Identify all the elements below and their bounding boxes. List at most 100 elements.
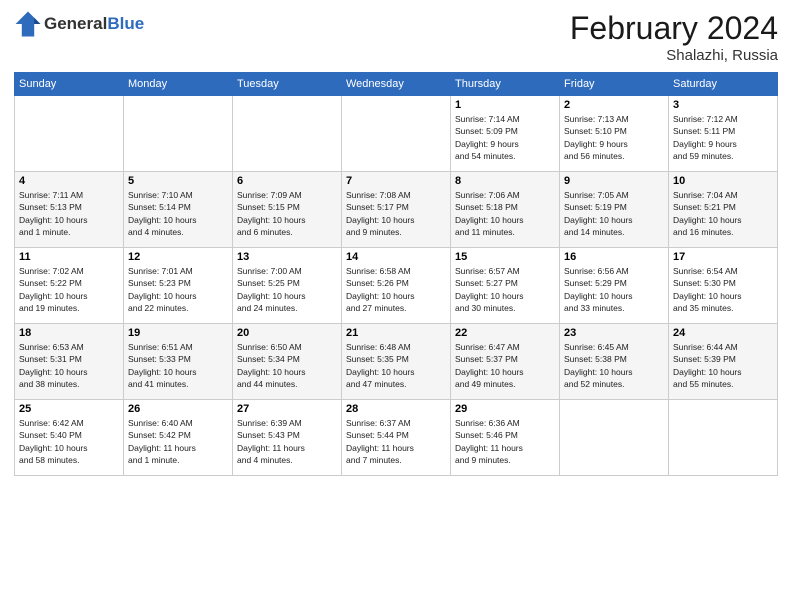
logo: GeneralBlue	[14, 10, 144, 38]
day-number: 27	[237, 403, 337, 415]
calendar-cell: 6 Sunrise: 7:09 AM Sunset: 5:15 PM Daylig…	[233, 172, 342, 248]
calendar-cell: 12 Sunrise: 7:01 AM Sunset: 5:23 PM Dayli…	[124, 248, 233, 324]
calendar-cell: 3 Sunrise: 7:12 AM Sunset: 5:11 PM Daylig…	[669, 96, 778, 172]
page: GeneralBlue February 2024 Shalazhi, Russ…	[0, 0, 792, 482]
title-block: February 2024 Shalazhi, Russia	[570, 10, 778, 64]
week-row-2: 4 Sunrise: 7:11 AM Sunset: 5:13 PM Daylig…	[15, 172, 778, 248]
day-detail: Sunrise: 6:48 AM Sunset: 5:35 PM Dayligh…	[346, 341, 446, 390]
day-number: 22	[455, 327, 555, 339]
weekday-header-thursday: Thursday	[451, 73, 560, 96]
day-detail: Sunrise: 7:14 AM Sunset: 5:09 PM Dayligh…	[455, 113, 555, 162]
calendar-cell: 5 Sunrise: 7:10 AM Sunset: 5:14 PM Daylig…	[124, 172, 233, 248]
calendar-cell: 28 Sunrise: 6:37 AM Sunset: 5:44 PM Dayli…	[342, 400, 451, 476]
day-number: 15	[455, 251, 555, 263]
day-number: 23	[564, 327, 664, 339]
day-detail: Sunrise: 6:56 AM Sunset: 5:29 PM Dayligh…	[564, 265, 664, 314]
calendar-cell: 23 Sunrise: 6:45 AM Sunset: 5:38 PM Dayli…	[560, 324, 669, 400]
calendar-cell	[124, 96, 233, 172]
calendar-cell	[15, 96, 124, 172]
day-detail: Sunrise: 6:44 AM Sunset: 5:39 PM Dayligh…	[673, 341, 773, 390]
day-detail: Sunrise: 6:53 AM Sunset: 5:31 PM Dayligh…	[19, 341, 119, 390]
day-detail: Sunrise: 7:04 AM Sunset: 5:21 PM Dayligh…	[673, 189, 773, 238]
weekday-header-saturday: Saturday	[669, 73, 778, 96]
day-detail: Sunrise: 7:01 AM Sunset: 5:23 PM Dayligh…	[128, 265, 228, 314]
day-detail: Sunrise: 6:47 AM Sunset: 5:37 PM Dayligh…	[455, 341, 555, 390]
calendar-cell: 27 Sunrise: 6:39 AM Sunset: 5:43 PM Dayli…	[233, 400, 342, 476]
day-number: 7	[346, 175, 446, 187]
day-detail: Sunrise: 6:39 AM Sunset: 5:43 PM Dayligh…	[237, 417, 337, 466]
calendar-cell: 22 Sunrise: 6:47 AM Sunset: 5:37 PM Dayli…	[451, 324, 560, 400]
day-detail: Sunrise: 7:05 AM Sunset: 5:19 PM Dayligh…	[564, 189, 664, 238]
calendar-cell	[669, 400, 778, 476]
week-row-4: 18 Sunrise: 6:53 AM Sunset: 5:31 PM Dayli…	[15, 324, 778, 400]
calendar-cell	[233, 96, 342, 172]
day-number: 18	[19, 327, 119, 339]
day-detail: Sunrise: 6:57 AM Sunset: 5:27 PM Dayligh…	[455, 265, 555, 314]
day-number: 16	[564, 251, 664, 263]
calendar-cell: 14Sunrise: 6:58 AM Sunset: 5:26 PM Dayli…	[342, 248, 451, 324]
calendar-cell: 25 Sunrise: 6:42 AM Sunset: 5:40 PM Dayli…	[15, 400, 124, 476]
calendar-cell: 11 Sunrise: 7:02 AM Sunset: 5:22 PM Dayli…	[15, 248, 124, 324]
day-detail: Sunrise: 7:13 AM Sunset: 5:10 PM Dayligh…	[564, 113, 664, 162]
calendar-cell	[342, 96, 451, 172]
calendar-cell: 29 Sunrise: 6:36 AM Sunset: 5:46 PM Dayli…	[451, 400, 560, 476]
day-detail: Sunrise: 7:12 AM Sunset: 5:11 PM Dayligh…	[673, 113, 773, 162]
day-number: 1	[455, 99, 555, 111]
weekday-header-sunday: Sunday	[15, 73, 124, 96]
weekday-header-monday: Monday	[124, 73, 233, 96]
day-number: 28	[346, 403, 446, 415]
calendar-cell: 4 Sunrise: 7:11 AM Sunset: 5:13 PM Daylig…	[15, 172, 124, 248]
day-detail: Sunrise: 6:45 AM Sunset: 5:38 PM Dayligh…	[564, 341, 664, 390]
day-detail: Sunrise: 7:00 AM Sunset: 5:25 PM Dayligh…	[237, 265, 337, 314]
day-number: 8	[455, 175, 555, 187]
day-number: 2	[564, 99, 664, 111]
day-detail: Sunrise: 7:10 AM Sunset: 5:14 PM Dayligh…	[128, 189, 228, 238]
calendar-cell: 19Sunrise: 6:51 AM Sunset: 5:33 PM Dayli…	[124, 324, 233, 400]
day-detail: Sunrise: 6:50 AM Sunset: 5:34 PM Dayligh…	[237, 341, 337, 390]
calendar-cell: 21 Sunrise: 6:48 AM Sunset: 5:35 PM Dayli…	[342, 324, 451, 400]
header: GeneralBlue February 2024 Shalazhi, Russ…	[14, 10, 778, 64]
calendar-table: SundayMondayTuesdayWednesdayThursdayFrid…	[14, 72, 778, 476]
day-detail: Sunrise: 7:06 AM Sunset: 5:18 PM Dayligh…	[455, 189, 555, 238]
day-number: 12	[128, 251, 228, 263]
day-number: 29	[455, 403, 555, 415]
day-number: 9	[564, 175, 664, 187]
day-number: 11	[19, 251, 119, 263]
logo-text: GeneralBlue	[44, 14, 144, 34]
weekday-header-friday: Friday	[560, 73, 669, 96]
day-number: 10	[673, 175, 773, 187]
day-detail: Sunrise: 6:37 AM Sunset: 5:44 PM Dayligh…	[346, 417, 446, 466]
weekday-header-row: SundayMondayTuesdayWednesdayThursdayFrid…	[15, 73, 778, 96]
calendar-cell: 8 Sunrise: 7:06 AM Sunset: 5:18 PM Daylig…	[451, 172, 560, 248]
calendar-cell: 9 Sunrise: 7:05 AM Sunset: 5:19 PM Daylig…	[560, 172, 669, 248]
logo-icon	[14, 10, 42, 38]
day-number: 14	[346, 251, 446, 263]
calendar-cell: 18 Sunrise: 6:53 AM Sunset: 5:31 PM Dayli…	[15, 324, 124, 400]
day-number: 20	[237, 327, 337, 339]
day-detail: Sunrise: 7:11 AM Sunset: 5:13 PM Dayligh…	[19, 189, 119, 238]
month-title: February 2024	[570, 10, 778, 47]
day-detail: Sunrise: 6:36 AM Sunset: 5:46 PM Dayligh…	[455, 417, 555, 466]
calendar-cell: 26Sunrise: 6:40 AM Sunset: 5:42 PM Dayli…	[124, 400, 233, 476]
day-number: 21	[346, 327, 446, 339]
day-number: 24	[673, 327, 773, 339]
day-detail: Sunrise: 6:40 AM Sunset: 5:42 PM Dayligh…	[128, 417, 228, 466]
day-number: 5	[128, 175, 228, 187]
day-number: 25	[19, 403, 119, 415]
day-detail: Sunrise: 7:09 AM Sunset: 5:15 PM Dayligh…	[237, 189, 337, 238]
calendar-cell	[560, 400, 669, 476]
calendar-cell: 2 Sunrise: 7:13 AM Sunset: 5:10 PM Daylig…	[560, 96, 669, 172]
day-detail: Sunrise: 7:02 AM Sunset: 5:22 PM Dayligh…	[19, 265, 119, 314]
day-number: 4	[19, 175, 119, 187]
calendar-cell: 7Sunrise: 7:08 AM Sunset: 5:17 PM Daylig…	[342, 172, 451, 248]
day-detail: Sunrise: 6:42 AM Sunset: 5:40 PM Dayligh…	[19, 417, 119, 466]
calendar-cell: 16 Sunrise: 6:56 AM Sunset: 5:29 PM Dayli…	[560, 248, 669, 324]
location: Shalazhi, Russia	[570, 47, 778, 64]
day-number: 19	[128, 327, 228, 339]
day-number: 6	[237, 175, 337, 187]
day-number: 13	[237, 251, 337, 263]
calendar-cell: 20 Sunrise: 6:50 AM Sunset: 5:34 PM Dayli…	[233, 324, 342, 400]
day-number: 3	[673, 99, 773, 111]
weekday-header-wednesday: Wednesday	[342, 73, 451, 96]
week-row-3: 11 Sunrise: 7:02 AM Sunset: 5:22 PM Dayli…	[15, 248, 778, 324]
